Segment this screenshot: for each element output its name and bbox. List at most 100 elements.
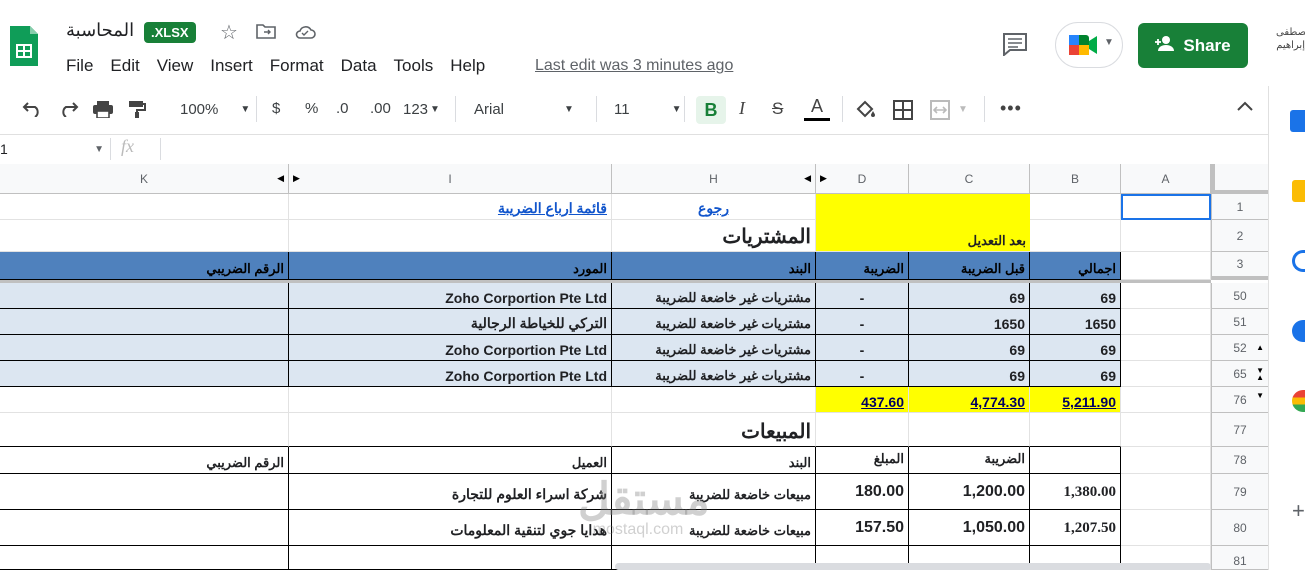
cell-h51[interactable]: مشتريات غير خاضعة للضريبة (612, 309, 816, 335)
cell-c77[interactable] (909, 413, 1030, 447)
cell-i65[interactable]: Zoho Corportion Pte Ltd (289, 361, 612, 387)
cell-h2[interactable]: المشتريات (612, 220, 816, 252)
account-avatar[interactable]: مصطفى إبراهيم (1276, 26, 1305, 52)
cell-d50[interactable]: - (816, 283, 909, 309)
last-edit-link[interactable]: Last edit was 3 minutes ago (535, 57, 733, 75)
row-header-76[interactable]: 76 ▼ (1211, 387, 1268, 413)
sales-header-total[interactable] (1030, 447, 1121, 474)
calendar-icon[interactable] (1290, 110, 1305, 132)
total-tax[interactable]: 437.60 (816, 387, 909, 413)
cell-h50[interactable]: مشتريات غير خاضعة للضريبة (612, 283, 816, 309)
cell-k80[interactable] (0, 510, 289, 546)
sheets-logo-icon[interactable] (8, 24, 40, 68)
paint-format-icon[interactable] (127, 99, 147, 123)
menu-data[interactable]: Data (341, 56, 377, 76)
cell-d77[interactable] (816, 413, 909, 447)
row-header-79[interactable]: 79 (1211, 474, 1268, 510)
cell-h76[interactable] (612, 387, 816, 413)
decrease-decimal-button[interactable]: .0 (336, 100, 349, 117)
cell-b77[interactable] (1030, 413, 1121, 447)
cell-c2[interactable]: بعد التعديل (909, 220, 1030, 252)
star-icon[interactable]: ☆ (220, 20, 238, 45)
increase-decimal-button[interactable]: .00 (370, 100, 391, 117)
cell-a51[interactable] (1121, 309, 1211, 335)
cell-a76[interactable] (1121, 387, 1211, 413)
cell-a2[interactable] (1121, 220, 1211, 252)
move-folder-icon[interactable] (256, 22, 276, 45)
row-header-81[interactable]: 81 (1211, 546, 1268, 570)
cell-a80[interactable] (1121, 510, 1211, 546)
scroll-left-icon[interactable]: ◀ (277, 173, 284, 184)
merge-cells-icon[interactable]: ▼ (930, 100, 968, 120)
more-icon[interactable]: ••• (1000, 98, 1022, 119)
row-header-2[interactable]: 2 (1211, 220, 1268, 252)
hidden-rows-toggle-icon[interactable]: ▼ ▲ (1256, 366, 1264, 381)
scroll-right-icon[interactable]: ▶ (820, 173, 827, 184)
cell-k76[interactable] (0, 387, 289, 413)
row-header-65[interactable]: 65 ▼ ▲ (1211, 361, 1268, 387)
font-family-select[interactable]: Arial ▼ (474, 101, 574, 118)
cell-a79[interactable] (1121, 474, 1211, 510)
cell-i77[interactable] (289, 413, 612, 447)
cell-k79[interactable] (0, 474, 289, 510)
cell-b52[interactable]: 69 (1030, 335, 1121, 361)
sales-header-amount[interactable]: المبلغ (816, 447, 909, 474)
cell-i79[interactable]: شركة اسراء العلوم للتجارة (289, 474, 612, 510)
cell-b1[interactable] (1030, 194, 1121, 220)
percent-format-button[interactable]: % (305, 100, 318, 117)
back-link[interactable]: رجوع (698, 200, 729, 217)
cell-k65[interactable] (0, 361, 289, 387)
menu-view[interactable]: View (157, 56, 194, 76)
cell-a78[interactable] (1121, 447, 1211, 474)
hidden-rows-up-icon[interactable]: ▲ (1256, 343, 1264, 352)
column-header-b[interactable]: B (1030, 164, 1121, 194)
cell-b51[interactable]: 1650 (1030, 309, 1121, 335)
select-all-corner[interactable] (1211, 164, 1268, 194)
header-total[interactable]: اجمالي (1030, 252, 1121, 280)
column-header-h[interactable]: H ◀ (612, 164, 816, 194)
comments-icon[interactable] (1002, 32, 1028, 61)
menu-file[interactable]: File (66, 56, 93, 76)
cell-i80[interactable]: هدايا جوي لتنقية المعلومات (289, 510, 612, 546)
cell-a77[interactable] (1121, 413, 1211, 447)
header-before-tax[interactable]: قبل الضريبة (909, 252, 1030, 280)
cell-c80[interactable]: 1,050.00 (909, 510, 1030, 546)
row-header-1[interactable]: 1 (1211, 194, 1268, 220)
menu-help[interactable]: Help (450, 56, 485, 76)
scroll-left-icon[interactable]: ◀ (804, 173, 811, 184)
cell-i50[interactable]: Zoho Corportion Pte Ltd (289, 283, 612, 309)
sales-header-tax-number[interactable]: الرقم الضريبي (0, 447, 289, 474)
cell-i51[interactable]: التركي للخياطة الرجالية (289, 309, 612, 335)
undo-icon[interactable] (22, 99, 44, 121)
cell-d51[interactable]: - (816, 309, 909, 335)
meet-button[interactable]: ▼ (1055, 22, 1123, 68)
cell-i2[interactable] (289, 220, 612, 252)
strikethrough-button[interactable]: S (772, 99, 783, 119)
zoom-select[interactable]: 100% ▼ (180, 101, 250, 118)
name-box[interactable]: 1 ▼ (0, 138, 104, 160)
collapse-toolbar-icon[interactable] (1236, 99, 1254, 117)
menu-format[interactable]: Format (270, 56, 324, 76)
cell-c79[interactable]: 1,200.00 (909, 474, 1030, 510)
cell-k50[interactable] (0, 283, 289, 309)
keep-icon[interactable] (1292, 180, 1305, 202)
row-header-51[interactable]: 51 (1211, 309, 1268, 335)
sales-header-tax[interactable]: الضريبة (909, 447, 1030, 474)
cell-k77[interactable] (0, 413, 289, 447)
cell-a3[interactable] (1121, 252, 1211, 280)
print-icon[interactable] (92, 100, 114, 122)
redo-icon[interactable] (57, 99, 79, 121)
row-header-52[interactable]: 52 ▲ (1211, 335, 1268, 361)
column-header-a[interactable]: A (1121, 164, 1211, 194)
column-header-c[interactable]: C (909, 164, 1030, 194)
cell-b2[interactable] (1030, 220, 1121, 252)
font-size-select[interactable]: 11 ▼ (614, 101, 681, 118)
more-formats-button[interactable]: 123 ▼ (403, 101, 440, 118)
cell-b80[interactable]: 1,207.50 (1030, 510, 1121, 546)
cell-k81[interactable] (0, 546, 289, 570)
row-header-80[interactable]: 80 (1211, 510, 1268, 546)
cell-a1-selected[interactable] (1121, 194, 1211, 220)
hidden-rows-down-icon[interactable]: ▼ (1256, 391, 1264, 400)
menu-edit[interactable]: Edit (110, 56, 139, 76)
cell-i76[interactable] (289, 387, 612, 413)
